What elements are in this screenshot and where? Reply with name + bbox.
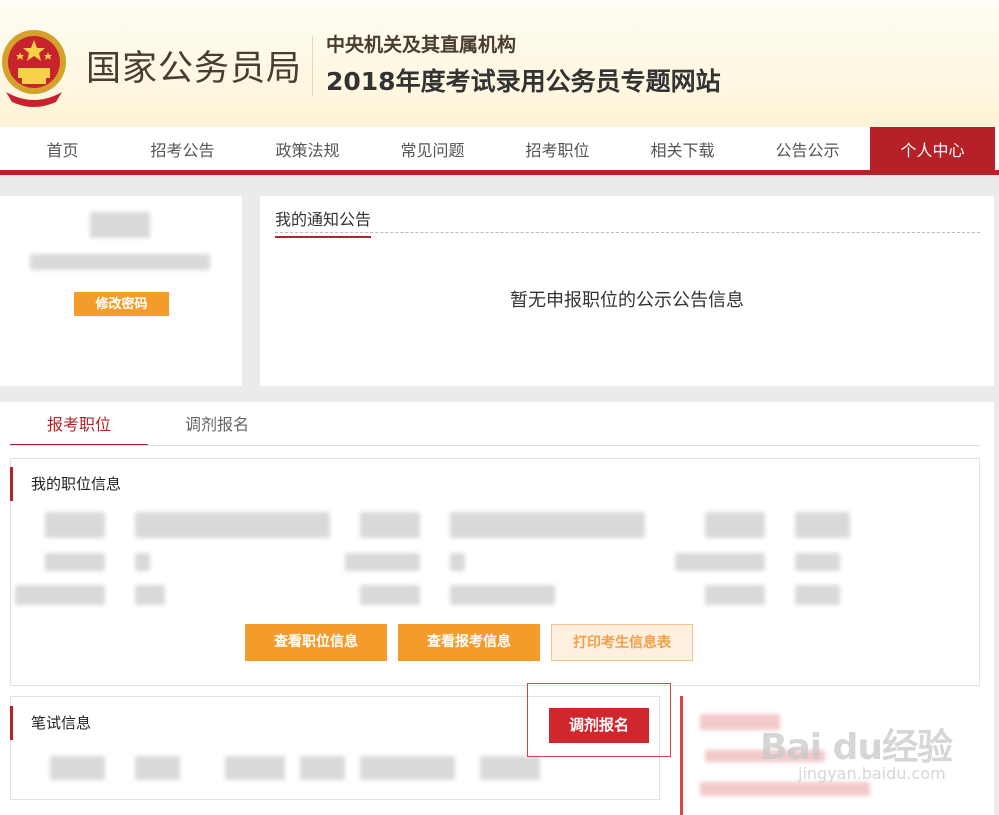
change-password-button[interactable]: 修改密码 xyxy=(74,292,169,316)
view-application-button[interactable]: 查看报考信息 xyxy=(398,624,540,661)
redacted-field xyxy=(135,553,150,571)
nav-item-announcements[interactable]: 公告公示 xyxy=(745,127,870,175)
redacted-field xyxy=(15,585,105,605)
user-name-redacted xyxy=(90,212,150,238)
nav-item-faq[interactable]: 常见问题 xyxy=(370,127,495,175)
redacted-field xyxy=(450,512,645,538)
redacted-field xyxy=(795,585,840,605)
main-nav: 首页 招考公告 政策法规 常见问题 招考职位 相关下载 公告公示 个人中心 xyxy=(0,127,999,175)
watermark-main: Bai du经验 xyxy=(760,727,953,768)
nav-item-policies[interactable]: 政策法规 xyxy=(245,127,370,175)
redacted-field xyxy=(135,585,165,605)
written-exam-title: 笔试信息 xyxy=(10,706,91,740)
redacted-field xyxy=(705,585,765,605)
redacted-field xyxy=(450,553,465,571)
header-divider xyxy=(312,36,313,96)
print-candidate-form-button[interactable]: 打印考生信息表 xyxy=(551,624,693,661)
tab-applied-position[interactable]: 报考职位 xyxy=(10,412,148,446)
org-name: 国家公务员局 xyxy=(86,49,303,89)
redacted-field xyxy=(450,585,555,605)
redacted-field xyxy=(300,756,345,780)
adjustment-registration-button[interactable]: 调剂报名 xyxy=(549,708,649,743)
nav-item-positions[interactable]: 招考职位 xyxy=(495,127,620,175)
redacted-field xyxy=(135,512,330,538)
redacted-field xyxy=(360,585,420,605)
watermark-url: jingyan.baidu.com xyxy=(798,764,946,783)
redacted-field xyxy=(50,756,105,780)
site-header: 国家公务员局 中央机关及其直属机构 2018年度考试录用公务员专题网站 xyxy=(0,0,999,127)
redacted-field xyxy=(795,553,840,571)
nav-item-home[interactable]: 首页 xyxy=(0,127,125,175)
notice-empty-text: 暂无申报职位的公示公告信息 xyxy=(510,290,744,311)
nav-item-personal-center[interactable]: 个人中心 xyxy=(870,127,995,175)
redacted-field xyxy=(45,512,105,538)
redacted-field xyxy=(480,756,540,780)
redacted-field xyxy=(135,756,180,780)
redacted-field xyxy=(360,756,455,780)
user-id-redacted xyxy=(30,254,210,270)
redacted-field xyxy=(360,512,420,538)
tab-adjustment-registration[interactable]: 调剂报名 xyxy=(148,412,286,446)
redacted-field xyxy=(45,553,105,571)
nav-item-recruitment-notice[interactable]: 招考公告 xyxy=(120,127,245,175)
header-subtitle-2: 2018年度考试录用公务员专题网站 xyxy=(326,67,721,96)
notice-divider xyxy=(275,232,980,233)
baidu-jingyan-watermark: Bai du经验 jingyan.baidu.com xyxy=(760,708,999,788)
view-position-button[interactable]: 查看职位信息 xyxy=(245,624,387,661)
redacted-field xyxy=(705,512,765,538)
header-subtitle-1: 中央机关及其直属机构 xyxy=(326,34,517,56)
redacted-field xyxy=(225,756,285,780)
national-emblem-icon xyxy=(2,30,66,107)
redacted-field xyxy=(675,553,765,571)
nav-item-downloads[interactable]: 相关下载 xyxy=(620,127,745,175)
notice-tab[interactable]: 我的通知公告 xyxy=(275,206,372,238)
tab-divider xyxy=(10,445,980,446)
redacted-field xyxy=(795,512,850,538)
position-info-title: 我的职位信息 xyxy=(10,467,121,501)
redacted-field xyxy=(345,553,420,571)
